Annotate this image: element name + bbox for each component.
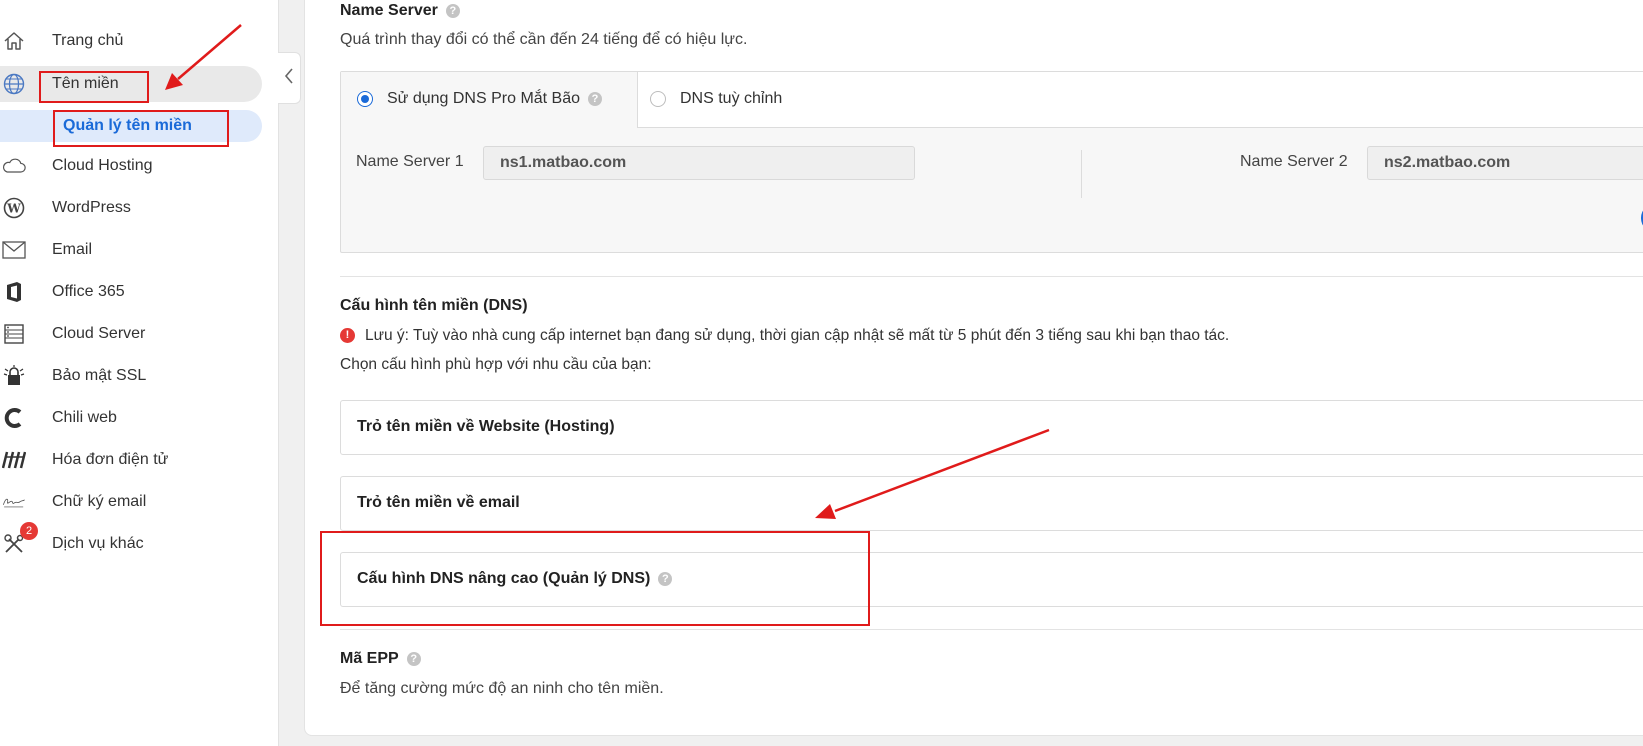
- help-icon[interactable]: ?: [445, 3, 460, 18]
- dns-pro-radio[interactable]: [357, 91, 373, 107]
- name-server-title: Name Server: [340, 2, 438, 19]
- sidebar-item-label: Chili web: [52, 409, 117, 426]
- sidebar-item-e-invoice[interactable]: Hóa đơn điện tử: [0, 442, 262, 478]
- sidebar-item-label: Chữ ký email: [52, 493, 147, 510]
- option-label: Cấu hình DNS nâng cao (Quản lý DNS): [357, 570, 651, 587]
- section-divider: [340, 276, 1643, 277]
- sidebar-subitem-manage-domains[interactable]: Quản lý tên miền: [0, 110, 262, 142]
- sidebar-item-email-signature[interactable]: Chữ ký email: [0, 484, 262, 520]
- sidebar-item-other-services[interactable]: 2 Dịch vụ khác: [0, 522, 262, 562]
- option-point-to-hosting[interactable]: Trỏ tên miền về Website (Hosting): [340, 400, 1643, 455]
- dns-note-text: Lưu ý: Tuỳ vào nhà cung cấp internet bạn…: [365, 327, 1230, 344]
- sidebar-item-label: Trang chủ: [52, 32, 124, 49]
- sidebar: Trang chủ Tên miền Quản lý tên miền Clou…: [0, 0, 279, 746]
- sidebar-item-chili-web[interactable]: Chili web: [0, 400, 262, 436]
- cloud-icon: [2, 154, 26, 178]
- ns2-label: Name Server 2: [1240, 153, 1348, 170]
- invoice-icon: [2, 448, 26, 472]
- sidebar-item-label: Email: [52, 241, 93, 258]
- option-label-wrap: Cấu hình DNS nâng cao (Quản lý DNS)?: [357, 570, 673, 588]
- server-icon: [2, 322, 26, 346]
- signature-icon: [2, 490, 26, 514]
- envelope-icon: [2, 238, 26, 262]
- sidebar-item-label: Cloud Server: [52, 325, 146, 342]
- epp-description: Để tăng cường mức độ an ninh cho tên miề…: [340, 680, 664, 697]
- warning-icon: !: [340, 328, 355, 344]
- ns2-input[interactable]: ns2.matbao.com: [1367, 146, 1643, 180]
- name-server-description: Quá trình thay đổi có thể cần đến 24 tiế…: [340, 31, 748, 48]
- globe-icon: [2, 72, 26, 96]
- field-divider: [1081, 150, 1082, 198]
- option-label: Trỏ tên miền về Website (Hosting): [357, 418, 615, 435]
- tab-dns-pro[interactable]: Sử dụng DNS Pro Mắt Bão?: [341, 72, 638, 128]
- sidebar-item-label: Bảo mật SSL: [52, 367, 147, 384]
- sidebar-item-email[interactable]: Email: [0, 232, 262, 268]
- sidebar-item-wordpress[interactable]: W WordPress: [0, 190, 262, 226]
- ns1-label: Name Server 1: [356, 153, 464, 170]
- sidebar-collapse-button[interactable]: [278, 52, 301, 104]
- sidebar-item-label: Tên miền: [52, 75, 119, 92]
- section-divider: [340, 629, 1643, 630]
- dns-custom-radio[interactable]: [650, 91, 666, 107]
- chevron-left-icon: [284, 67, 294, 89]
- name-server-panel: Sử dụng DNS Pro Mắt Bão? DNS tuỳ chỉnh N…: [340, 71, 1643, 253]
- help-icon[interactable]: ?: [658, 571, 673, 586]
- option-point-to-email[interactable]: Trỏ tên miền về email: [340, 476, 1643, 531]
- option-advanced-dns[interactable]: Cấu hình DNS nâng cao (Quản lý DNS)?: [340, 552, 1643, 607]
- sidebar-item-label: Cloud Hosting: [52, 157, 153, 174]
- tab-dns-custom[interactable]: DNS tuỳ chỉnh: [680, 90, 782, 108]
- sidebar-item-label: Hóa đơn điện tử: [52, 451, 169, 468]
- sidebar-item-domains[interactable]: Tên miền: [0, 66, 262, 102]
- dns-pro-label: Sử dụng DNS Pro Mắt Bão?: [387, 90, 603, 108]
- svg-text:W: W: [6, 202, 21, 216]
- dns-config-choose: Chọn cấu hình phù hợp với nhu cầu của bạ…: [340, 356, 652, 373]
- sidebar-item-cloud-hosting[interactable]: Cloud Hosting: [0, 148, 262, 184]
- epp-title: Mã EPP: [340, 650, 399, 667]
- sidebar-item-office365[interactable]: Office 365: [0, 274, 262, 310]
- dns-pro-text: Sử dụng DNS Pro Mắt Bão: [387, 90, 581, 107]
- sidebar-item-ssl[interactable]: Bảo mật SSL: [0, 358, 262, 394]
- notification-badge: 2: [20, 522, 38, 540]
- ssl-lock-icon: [2, 364, 26, 388]
- sidebar-item-label: WordPress: [52, 199, 131, 216]
- sidebar-item-home[interactable]: Trang chủ: [0, 23, 262, 59]
- tools-icon: 2: [2, 522, 38, 556]
- help-icon[interactable]: ?: [588, 91, 603, 106]
- ns1-input[interactable]: ns1.matbao.com: [483, 146, 915, 180]
- dns-config-note: ! Lưu ý: Tuỳ vào nhà cung cấp internet bạ…: [340, 327, 1229, 345]
- sidebar-subitem-label: Quản lý tên miền: [63, 117, 192, 134]
- dns-config-title: Cấu hình tên miền (DNS): [340, 297, 528, 314]
- name-server-heading: Name Server?: [340, 2, 460, 20]
- office-icon: [2, 280, 26, 304]
- help-icon[interactable]: ?: [406, 651, 421, 666]
- chili-icon: [2, 406, 26, 430]
- sidebar-item-label: Office 365: [52, 283, 125, 300]
- sidebar-item-cloud-server[interactable]: Cloud Server: [0, 316, 262, 352]
- sidebar-item-label: Dịch vụ khác: [52, 535, 144, 552]
- option-label: Trỏ tên miền về email: [357, 494, 520, 511]
- wordpress-icon: W: [2, 196, 26, 220]
- home-icon: [2, 29, 26, 53]
- epp-heading: Mã EPP?: [340, 650, 421, 668]
